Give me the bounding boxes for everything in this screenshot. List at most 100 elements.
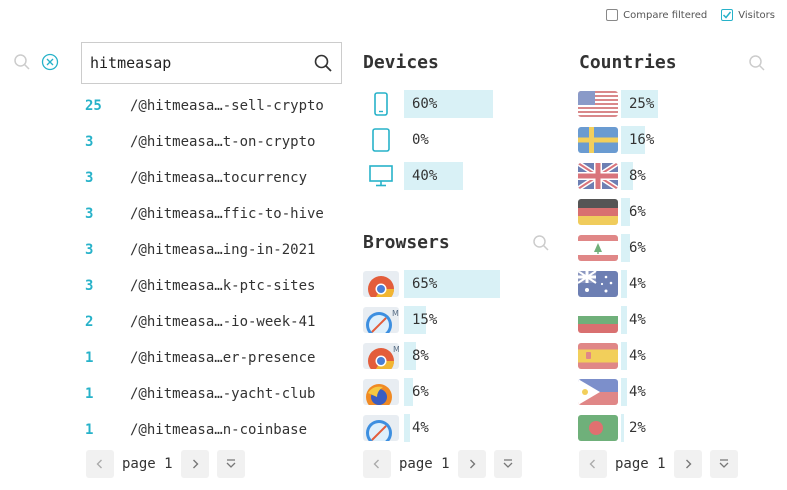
flag-us-icon xyxy=(578,90,618,118)
chevron-right-icon xyxy=(192,459,199,469)
bar-percent: 6% xyxy=(629,240,646,256)
bar-percent: 60% xyxy=(412,96,438,112)
visitors-label: Visitors xyxy=(738,9,775,21)
page-row[interactable]: 25 /@hitmeasa…-sell-crypto xyxy=(81,88,351,124)
flag-bg-icon xyxy=(578,306,618,334)
page-search-box xyxy=(81,42,342,84)
devices-list: 60% 0% 40% xyxy=(361,86,552,194)
prev-page-button[interactable] xyxy=(363,450,391,478)
page-visit-count: 3 xyxy=(85,242,94,258)
bar-track: 15% xyxy=(404,306,552,334)
countries-title: Countries xyxy=(579,52,677,73)
clear-filter-icon[interactable] xyxy=(41,53,59,71)
desktop-icon xyxy=(361,162,401,190)
compare-checkbox[interactable] xyxy=(606,9,619,21)
page-row[interactable]: 2 /@hitmeasa…-io-week-41 xyxy=(81,304,351,340)
page-path: /@hitmeasa…n-coinbase xyxy=(130,422,308,438)
device-row[interactable]: 0% xyxy=(361,122,552,158)
page-row[interactable]: 3 /@hitmeasa…ffic-to-hive xyxy=(81,196,351,232)
countries-search-icon[interactable] xyxy=(748,54,766,72)
bar-track: 4% xyxy=(404,414,552,442)
chevron-right-icon xyxy=(685,459,692,469)
page-indicator: page 1 xyxy=(399,456,450,472)
country-row[interactable]: 16% xyxy=(578,122,769,158)
browser-row[interactable]: 6% xyxy=(361,374,552,410)
page-row[interactable]: 3 /@hitmeasa…t-on-crypto xyxy=(81,124,351,160)
bar-track: 25% xyxy=(621,90,769,118)
page-visit-count: 1 xyxy=(85,350,94,366)
country-row[interactable]: 4% xyxy=(578,266,769,302)
svg-text:M: M xyxy=(393,345,399,354)
bar-percent: 6% xyxy=(629,204,646,220)
page-path: /@hitmeasa…tocurrency xyxy=(130,170,308,186)
bar-percent: 2% xyxy=(629,420,646,436)
bar-track: 40% xyxy=(404,162,552,190)
search-icon[interactable] xyxy=(313,53,333,73)
page-row[interactable]: 3 /@hitmeasa…ing-in-2021 xyxy=(81,232,351,268)
visitors-toggle[interactable]: Visitors xyxy=(721,9,775,21)
next-page-button[interactable] xyxy=(457,450,486,478)
country-row[interactable]: 4% xyxy=(578,302,769,338)
bar-track: 6% xyxy=(621,198,769,226)
country-row[interactable]: 8% xyxy=(578,158,769,194)
countries-pager: page 1 xyxy=(579,450,738,478)
bar-track: 0% xyxy=(404,126,552,154)
page-path: /@hitmeasa…-io-week-41 xyxy=(130,314,316,330)
expand-button[interactable] xyxy=(216,450,245,478)
device-row[interactable]: 60% xyxy=(361,86,552,122)
browser-row[interactable]: 65% xyxy=(361,266,552,302)
bar-percent: 4% xyxy=(412,420,429,436)
flag-gb-icon xyxy=(578,162,618,190)
bar-track: 4% xyxy=(621,306,769,334)
visitors-checkbox[interactable] xyxy=(721,9,734,21)
safari-icon xyxy=(361,414,401,442)
page-row[interactable]: 3 /@hitmeasa…tocurrency xyxy=(81,160,351,196)
device-row[interactable]: 40% xyxy=(361,158,552,194)
bar-track: 2% xyxy=(621,414,769,442)
next-page-button[interactable] xyxy=(180,450,209,478)
expand-button[interactable] xyxy=(493,450,522,478)
browser-row[interactable]: M 15% xyxy=(361,302,552,338)
page-row[interactable]: 1 /@hitmeasa…er-presence xyxy=(81,340,351,376)
bar-fill xyxy=(621,414,624,442)
bar-fill xyxy=(621,306,627,334)
page-path: /@hitmeasa…ffic-to-hive xyxy=(130,206,324,222)
country-row[interactable]: 6% xyxy=(578,230,769,266)
bar-track: 8% xyxy=(621,162,769,190)
country-row[interactable]: 6% xyxy=(578,194,769,230)
expand-down-icon xyxy=(503,459,513,468)
bar-percent: 40% xyxy=(412,168,438,184)
bar-percent: 4% xyxy=(629,384,646,400)
browser-row[interactable]: 4% xyxy=(361,410,552,446)
country-row[interactable]: 4% xyxy=(578,338,769,374)
expand-down-icon xyxy=(719,459,729,468)
country-row[interactable]: 25% xyxy=(578,86,769,122)
filter-controls xyxy=(13,53,59,71)
browsers-search-icon[interactable] xyxy=(532,234,550,252)
mobile-icon xyxy=(361,90,401,118)
compare-filtered-toggle[interactable]: Compare filtered xyxy=(606,9,707,21)
page-path: /@hitmeasa…ing-in-2021 xyxy=(130,242,316,258)
next-page-button[interactable] xyxy=(673,450,702,478)
prev-page-button[interactable] xyxy=(86,450,114,478)
search-icon[interactable] xyxy=(13,53,31,71)
country-row[interactable]: 4% xyxy=(578,374,769,410)
prev-page-button[interactable] xyxy=(579,450,607,478)
page-row[interactable]: 1 /@hitmeasa…-yacht-club xyxy=(81,376,351,412)
chevron-right-icon xyxy=(469,459,476,469)
bar-percent: 6% xyxy=(412,384,429,400)
page-search-input[interactable] xyxy=(90,54,313,72)
chevron-left-icon xyxy=(373,459,379,469)
page-path: /@hitmeasa…er-presence xyxy=(130,350,316,366)
bar-percent: 0% xyxy=(412,132,429,148)
browser-row[interactable]: M 8% xyxy=(361,338,552,374)
flag-lb-icon xyxy=(578,234,618,262)
flag-ph-icon xyxy=(578,378,618,406)
flag-se-icon xyxy=(578,126,618,154)
page-row[interactable]: 3 /@hitmeasa…k-ptc-sites xyxy=(81,268,351,304)
page-row[interactable]: 1 /@hitmeasa…n-coinbase xyxy=(81,412,351,448)
bar-track: 4% xyxy=(621,270,769,298)
expand-button[interactable] xyxy=(709,450,738,478)
country-row[interactable]: 2% xyxy=(578,410,769,446)
bar-percent: 16% xyxy=(629,132,655,148)
